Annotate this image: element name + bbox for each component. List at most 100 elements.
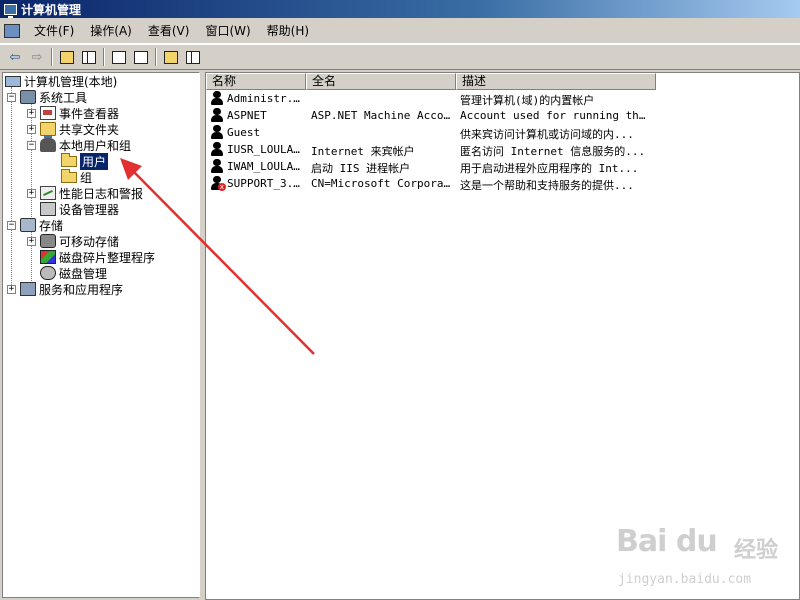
help-button[interactable] xyxy=(160,47,182,67)
expand-toggle[interactable]: + xyxy=(7,284,16,294)
tree-item-computer-management[interactable]: 计算机管理(本地) xyxy=(5,73,117,89)
cell-name: Administr... xyxy=(227,92,305,105)
column-header-name[interactable]: 名称 xyxy=(206,73,306,90)
cell-description: 管理计算机(域)的内置帐户 xyxy=(460,94,595,107)
refresh-button[interactable] xyxy=(108,47,130,67)
cell-name: Guest xyxy=(227,126,261,139)
tree-item-device-manager[interactable]: 设备管理器 xyxy=(40,201,119,217)
collapse-toggle[interactable]: − xyxy=(7,220,16,230)
cell-description: Account used for running the... xyxy=(460,109,650,122)
table-row[interactable]: x SUPPORT_3... CN=Microsoft Corpora... 这… xyxy=(206,175,646,192)
tree-item-groups[interactable]: 组 xyxy=(61,168,92,185)
tree-guide-line xyxy=(11,87,12,293)
collapse-toggle[interactable]: − xyxy=(27,140,36,150)
title-bar[interactable]: 计算机管理 xyxy=(0,0,800,18)
expand-toggle[interactable]: + xyxy=(27,236,36,246)
folder-open-icon xyxy=(61,152,77,167)
refresh-icon xyxy=(112,50,126,64)
table-row[interactable]: IUSR_LOULAND Internet 来宾帐户 匿名访问 Internet… xyxy=(206,141,646,158)
export-list-icon xyxy=(134,50,148,64)
watermark-subtitle: 经验 xyxy=(734,538,779,563)
collapse-toggle[interactable]: − xyxy=(7,92,16,102)
table-row[interactable]: Administr... 管理计算机(域)的内置帐户 xyxy=(206,90,646,107)
arrow-left-icon: ⇦ xyxy=(9,49,21,65)
up-level-button[interactable] xyxy=(56,47,78,67)
forward-button[interactable]: ⇨ xyxy=(26,47,48,67)
cell-description: 这是一个帮助和支持服务的提供... xyxy=(460,179,634,192)
table-row[interactable]: ASPNET ASP.NET Machine Account Account u… xyxy=(206,107,650,124)
computer-management-icon xyxy=(4,3,17,18)
folder-up-icon xyxy=(60,50,74,64)
menu-action[interactable]: 操作(A) xyxy=(82,21,140,41)
tree-item-storage[interactable]: − 存储 xyxy=(7,217,63,233)
tree-item-event-viewer[interactable]: + 事件查看器 xyxy=(27,105,119,121)
disabled-icon: x xyxy=(218,183,226,191)
show-hide-tree-button[interactable] xyxy=(78,47,100,67)
table-row[interactable]: Guest 供来宾访问计算机或访问域的内... xyxy=(206,124,646,141)
toolbar-separator xyxy=(155,48,157,66)
disk-management-icon xyxy=(40,266,56,280)
cell-name: ASPNET xyxy=(227,109,267,122)
watermark-logo: Bai du xyxy=(616,524,718,559)
removable-storage-icon xyxy=(40,234,56,248)
user-icon xyxy=(210,159,224,173)
column-header-fullname[interactable]: 全名 xyxy=(306,73,456,90)
tree-item-shared-folders[interactable]: + 共享文件夹 xyxy=(27,121,119,138)
watermark-url: jingyan.baidu.com xyxy=(618,572,752,587)
toolbar-separator xyxy=(103,48,105,66)
services-icon xyxy=(20,282,36,296)
user-icon xyxy=(210,91,224,105)
cell-name: SUPPORT_3... xyxy=(227,177,305,190)
back-button[interactable]: ⇦ xyxy=(4,47,26,67)
menu-bar: 文件(F) 操作(A) 查看(V) 窗口(W) 帮助(H) xyxy=(0,18,800,44)
toolbar-separator xyxy=(51,48,53,66)
table-row[interactable]: IWAM_LOULAND 启动 IIS 进程帐户 用于启动进程外应用程序的 In… xyxy=(206,158,646,175)
properties-button[interactable] xyxy=(182,47,204,67)
tree-item-perf-logs[interactable]: + 性能日志和警报 xyxy=(27,185,143,201)
cell-fullname: CN=Microsoft Corpora... xyxy=(311,177,453,190)
tree-item-disk-defragmenter[interactable]: 磁盘碎片整理程序 xyxy=(40,249,155,265)
toolbar: ⇦ ⇨ xyxy=(0,44,800,70)
column-header-description[interactable]: 描述 xyxy=(456,73,656,90)
console-tree-icon xyxy=(82,50,96,64)
user-icon xyxy=(210,108,224,122)
users-group-icon xyxy=(40,138,56,152)
cell-fullname: ASP.NET Machine Account xyxy=(311,109,453,122)
tree-item-system-tools[interactable]: − 系统工具 xyxy=(7,89,87,105)
computer-icon xyxy=(5,75,21,87)
expand-toggle[interactable]: + xyxy=(27,124,36,134)
export-list-button[interactable] xyxy=(130,47,152,67)
properties-icon xyxy=(186,50,200,64)
tree-item-disk-management[interactable]: 磁盘管理 xyxy=(40,265,107,281)
expand-toggle[interactable]: + xyxy=(27,188,36,198)
menu-window[interactable]: 窗口(W) xyxy=(197,21,258,41)
console-tree[interactable]: 计算机管理(本地) − 系统工具 + 事件查看器 + 共享文件夹 − 本地用户和… xyxy=(2,72,200,598)
storage-icon xyxy=(20,218,36,232)
cell-fullname: 启动 IIS 进程帐户 xyxy=(311,162,411,175)
expand-toggle[interactable]: + xyxy=(27,108,36,118)
cell-name: IUSR_LOULAND xyxy=(227,143,305,156)
tree-item-users[interactable]: 用户 xyxy=(61,152,109,170)
cell-name: IWAM_LOULAND xyxy=(227,160,305,173)
event-viewer-icon xyxy=(40,106,56,120)
folder-icon xyxy=(61,168,77,183)
cell-fullname: Internet 来宾帐户 xyxy=(311,145,415,158)
device-manager-icon xyxy=(40,202,56,216)
tree-item-services-apps[interactable]: + 服务和应用程序 xyxy=(7,281,123,297)
defrag-icon xyxy=(40,250,56,264)
cell-description: 供来宾访问计算机或访问域的内... xyxy=(460,128,634,141)
user-icon xyxy=(210,142,224,156)
menu-file[interactable]: 文件(F) xyxy=(26,21,82,41)
tools-icon xyxy=(20,90,36,104)
menu-view[interactable]: 查看(V) xyxy=(140,21,198,41)
baidu-watermark: Bai du 经验 jingyan.baidu.com xyxy=(614,520,798,598)
tree-item-local-users-groups[interactable]: − 本地用户和组 xyxy=(27,137,131,153)
cell-description: 用于启动进程外应用程序的 Int... xyxy=(460,162,639,175)
cell-description: 匿名访问 Internet 信息服务的... xyxy=(460,145,646,158)
tree-item-removable-storage[interactable]: + 可移动存储 xyxy=(27,233,119,249)
system-menu-icon[interactable] xyxy=(4,23,20,38)
help-icon xyxy=(164,50,178,64)
performance-icon xyxy=(40,186,56,200)
menu-help[interactable]: 帮助(H) xyxy=(259,21,317,41)
window-title: 计算机管理 xyxy=(21,2,82,17)
